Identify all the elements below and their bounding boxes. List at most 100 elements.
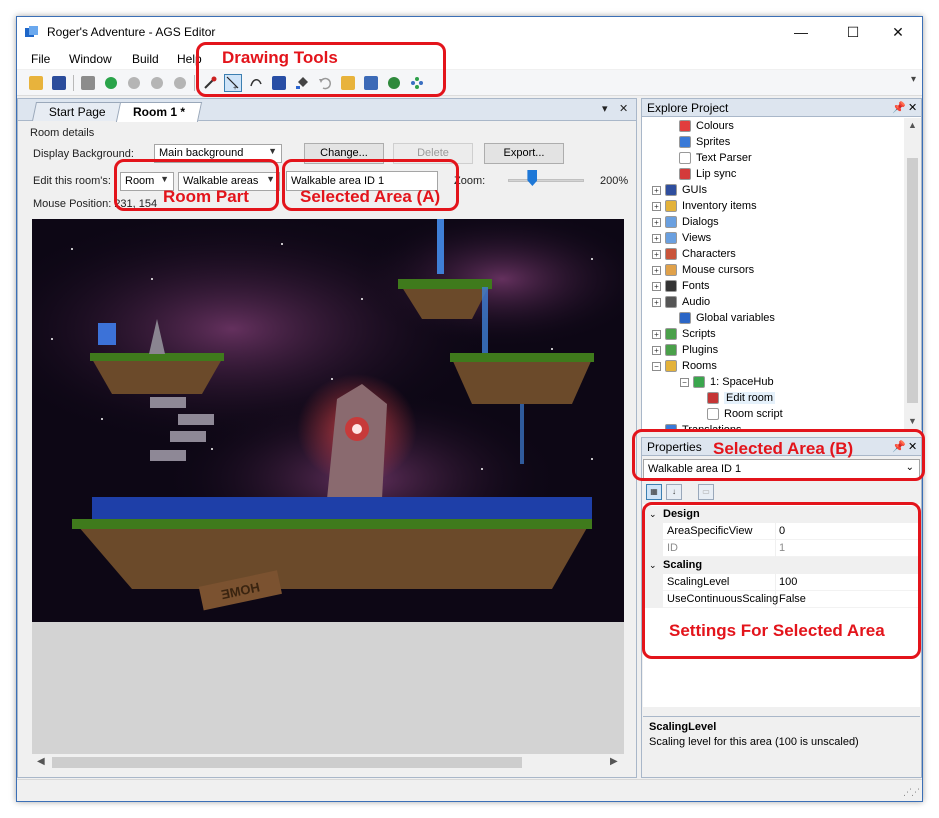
tree-item-lip-sync[interactable]: Lip sync [666, 166, 736, 182]
dialogs-icon [665, 216, 677, 228]
views-icon [665, 232, 677, 244]
close-tab-icon[interactable]: ✕ [619, 102, 628, 115]
scroll-left-icon[interactable]: ◀ [37, 756, 45, 767]
tree-item-label: Text Parser [696, 152, 752, 164]
expand-icon[interactable]: + [652, 281, 661, 291]
tree-item-views[interactable]: + Views [652, 230, 711, 246]
tree-item-label: GUIs [682, 184, 708, 196]
tree-scroll-thumb[interactable] [907, 158, 918, 403]
zoom-slider-track[interactable] [508, 179, 584, 182]
tab-list-dropdown-icon[interactable]: ▾ [602, 102, 608, 115]
zoom-slider-thumb[interactable] [527, 170, 538, 186]
export-background-button[interactable]: Export... [484, 143, 564, 164]
tree-item-1-spacehub[interactable]: − 1: SpaceHub [680, 374, 774, 390]
expand-icon[interactable]: + [652, 233, 661, 243]
scroll-down-icon[interactable]: ▼ [908, 416, 917, 426]
horizontal-scrollbar[interactable]: ◀ ▶ [32, 754, 624, 771]
expand-icon[interactable]: + [652, 201, 661, 211]
gui-icon [665, 184, 677, 196]
mouse-cursor-icon [665, 264, 677, 276]
project-tree: Colours Sprites Text Parser Lip sync + GUIs + I… [642, 118, 904, 430]
ags-editor-window: Roger's Adventure - AGS Editor — ☐ ✕ Fil… [16, 16, 923, 802]
categorized-view-icon[interactable]: ▦ [646, 484, 662, 500]
annotation-drawing-tools-label: Drawing Tools [222, 48, 338, 67]
tree-item-global-variables[interactable]: Global variables [666, 310, 775, 326]
expand-icon[interactable]: + [652, 329, 661, 339]
edit-room-label: Edit this room's: [33, 175, 111, 187]
sprites-icon [679, 136, 691, 148]
property-pages-icon[interactable]: ▭ [698, 484, 714, 500]
tree-item-label: Inventory items [682, 200, 757, 212]
run-icon[interactable] [102, 74, 120, 92]
tree-item-mouse-cursors[interactable]: + Mouse cursors [652, 262, 754, 278]
build-icon[interactable] [79, 74, 97, 92]
tree-item-characters[interactable]: + Characters [652, 246, 736, 262]
tree-item-fonts[interactable]: + Fonts [652, 278, 710, 294]
tab-start-page[interactable]: Start Page [31, 102, 123, 121]
property-help-description: Scaling level for this area (100 is unsc… [649, 736, 859, 748]
maximize-button[interactable]: ☐ [830, 17, 876, 47]
script-file-icon [707, 408, 719, 420]
tree-item-label: Mouse cursors [682, 264, 755, 276]
minimize-button[interactable]: — [778, 17, 824, 47]
tree-item-label: Audio [682, 296, 711, 308]
close-window-button[interactable]: ✕ [875, 17, 921, 47]
save-icon[interactable] [50, 74, 68, 92]
record-icon[interactable] [171, 74, 189, 92]
expand-icon[interactable]: + [652, 345, 661, 355]
room-icon [693, 376, 705, 388]
menu-window[interactable]: Window [69, 52, 112, 66]
toolbar-overflow-icon[interactable]: ▾ [911, 74, 916, 85]
resize-grip-icon[interactable]: ⋰⋰ [903, 787, 920, 798]
canvas-empty-area [32, 622, 624, 754]
expand-icon[interactable]: + [652, 185, 661, 195]
tree-item-guis[interactable]: + GUIs [652, 182, 707, 198]
tree-item-label: Rooms [682, 360, 717, 372]
tree-item-rooms[interactable]: − Rooms [652, 358, 717, 374]
inventory-icon [665, 200, 677, 212]
collapse-icon[interactable]: − [680, 377, 689, 387]
open-folder-icon[interactable] [27, 74, 45, 92]
chevron-down-icon: ▼ [268, 146, 277, 156]
status-bar: ⋰⋰ [17, 779, 922, 801]
characters-icon [665, 248, 677, 260]
tree-item-plugins[interactable]: + Plugins [652, 342, 718, 358]
close-panel-icon[interactable]: ✕ [908, 101, 917, 114]
tree-item-inventory-items[interactable]: + Inventory items [652, 198, 757, 214]
room-details-group-label: Room details [30, 127, 95, 139]
pause-icon[interactable] [125, 74, 143, 92]
expand-icon[interactable]: + [652, 249, 661, 259]
tree-item-text-parser[interactable]: Text Parser [666, 150, 752, 166]
tree-item-scripts[interactable]: + Scripts [652, 326, 716, 342]
tree-item-label: Lip sync [696, 168, 737, 180]
expand-icon[interactable]: + [652, 297, 661, 307]
annotation-selected-area-a-label: Selected Area (A) [300, 187, 441, 206]
tree-item-dialogs[interactable]: + Dialogs [652, 214, 719, 230]
tree-item-colours[interactable]: Colours [666, 118, 734, 134]
expand-icon[interactable]: + [652, 217, 661, 227]
tree-item-audio[interactable]: + Audio [652, 294, 710, 310]
tree-item-label: Fonts [682, 280, 710, 292]
horizontal-scroll-thumb[interactable] [52, 757, 522, 768]
scroll-right-icon[interactable]: ▶ [610, 756, 618, 767]
expand-icon[interactable]: + [652, 265, 661, 275]
lip-sync-icon [679, 168, 691, 180]
collapse-icon[interactable]: − [652, 361, 661, 371]
property-help-title: ScalingLevel [649, 721, 717, 733]
explore-project-panel: Explore Project 📌 ✕ Colours Sprites Text P… [641, 98, 922, 430]
stop-icon[interactable] [148, 74, 166, 92]
tab-room-1[interactable]: Room 1 * [115, 102, 203, 122]
edit-room-icon [707, 392, 719, 404]
alphabetical-sort-icon[interactable]: ↓ [666, 484, 682, 500]
explore-project-title: Explore Project [647, 101, 729, 115]
menu-file[interactable]: File [31, 52, 50, 66]
tree-item-room-script[interactable]: Room script [694, 406, 783, 422]
pin-icon[interactable]: 📌 [892, 101, 906, 114]
scroll-up-icon[interactable]: ▲ [908, 120, 917, 130]
tree-item-edit-room[interactable]: Edit room [694, 390, 776, 406]
tree-vertical-scrollbar[interactable]: ▲ ▼ [904, 118, 921, 430]
room-canvas[interactable]: HOME [32, 219, 624, 622]
menu-build[interactable]: Build [132, 52, 159, 66]
tree-item-sprites[interactable]: Sprites [666, 134, 730, 150]
tree-item-label: Global variables [696, 312, 775, 324]
